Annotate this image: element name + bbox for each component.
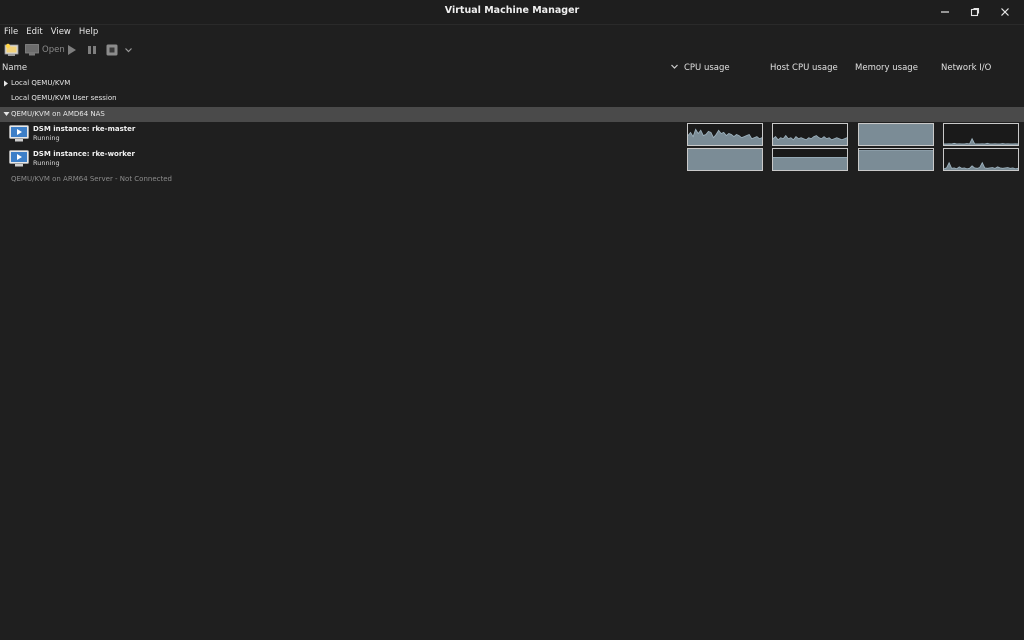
new-vm-icon: [4, 43, 19, 56]
connection-label: QEMU/KVM on AMD64 NAS: [11, 110, 105, 118]
connection-label: Local QEMU/KVM: [11, 79, 71, 87]
close-icon: [1001, 8, 1009, 16]
expander-down-icon[interactable]: [3, 111, 10, 117]
vm-running-icon: [9, 150, 29, 167]
column-cpu-usage[interactable]: CPU usage: [684, 63, 730, 73]
pause-button[interactable]: [87, 41, 97, 58]
column-name[interactable]: Name: [2, 63, 27, 73]
shutdown-menu-button[interactable]: [124, 41, 133, 58]
restore-icon: [970, 7, 980, 17]
usage-area: [688, 149, 762, 170]
shutdown-button[interactable]: [106, 41, 118, 58]
host-cpu-usage-sparkline: [773, 156, 847, 170]
menu-bar: File Edit View Help: [0, 25, 1024, 39]
cpu-usage-graph: [687, 123, 763, 146]
network-io-sparkline: [944, 161, 1018, 170]
sort-indicator[interactable]: [670, 62, 679, 74]
column-network-io[interactable]: Network I/O: [941, 63, 991, 73]
menu-file[interactable]: File: [0, 25, 22, 39]
menu-view[interactable]: View: [47, 25, 75, 39]
chevron-down-icon: [125, 47, 132, 52]
vm-status: Running: [33, 134, 60, 142]
open-label: Open: [42, 44, 65, 55]
usage-area: [944, 162, 1018, 170]
close-button[interactable]: [996, 4, 1014, 20]
vm-name: DSM instance: rke-master: [33, 125, 136, 133]
host-cpu-usage-graph: [772, 148, 848, 171]
connection-row[interactable]: Local QEMU/KVM User session: [0, 91, 1024, 106]
network-io-sparkline: [944, 137, 1018, 145]
run-button[interactable]: [67, 41, 77, 58]
pause-icon: [88, 45, 96, 54]
connection-label: Local QEMU/KVM User session: [11, 94, 117, 102]
memory-level: [859, 150, 933, 170]
vm-running-icon: [9, 125, 29, 142]
menu-help[interactable]: Help: [75, 25, 102, 39]
toolbar: Open: [0, 40, 1024, 59]
window-title: Virtual Machine Manager: [444, 5, 580, 16]
vm-status: Running: [33, 159, 60, 167]
column-header: Name CPU usage Host CPU usage Memory usa…: [0, 61, 1024, 75]
connection-row[interactable]: QEMU/KVM on ARM64 Server - Not Connected: [0, 172, 1024, 187]
cpu-usage-graph: [687, 148, 763, 171]
title-bar: Virtual Machine Manager: [0, 0, 1024, 25]
expander-right-icon[interactable]: [3, 80, 9, 87]
play-icon: [68, 44, 76, 55]
column-memory-usage[interactable]: Memory usage: [855, 63, 918, 73]
chevron-down-icon: [671, 64, 678, 69]
minimize-button[interactable]: [936, 4, 954, 20]
minimize-icon: [941, 11, 949, 13]
vm-row[interactable]: DSM instance: rke-worker Running: [0, 147, 1024, 172]
restore-button[interactable]: [966, 4, 984, 20]
network-io-graph: [943, 123, 1019, 146]
new-vm-button[interactable]: [4, 41, 20, 58]
menu-edit[interactable]: Edit: [22, 25, 46, 39]
vm-name: DSM instance: rke-worker: [33, 150, 135, 158]
vm-row[interactable]: DSM instance: rke-master Running: [0, 122, 1024, 147]
network-io-graph: [943, 148, 1019, 171]
memory-usage-sparkline: [859, 124, 933, 145]
cpu-usage-sparkline: [688, 128, 762, 145]
memory-usage-graph: [858, 123, 934, 146]
host-cpu-usage-sparkline: [773, 134, 847, 145]
host-cpu-usage-graph: [772, 123, 848, 146]
power-icon: [106, 44, 118, 55]
memory-usage-graph: [858, 148, 934, 171]
usage-line: [944, 137, 1018, 145]
connection-row-selected[interactable]: QEMU/KVM on AMD64 NAS: [0, 107, 1024, 122]
monitor-icon: [25, 43, 39, 55]
memory-usage-sparkline: [859, 150, 933, 170]
open-button[interactable]: Open: [25, 41, 65, 58]
connection-label: QEMU/KVM on ARM64 Server - Not Connected: [11, 175, 172, 183]
column-host-cpu-usage[interactable]: Host CPU usage: [770, 63, 838, 73]
connection-row[interactable]: Local QEMU/KVM: [0, 76, 1024, 91]
usage-area: [773, 157, 847, 170]
memory-level: [859, 124, 933, 145]
cpu-usage-sparkline: [688, 149, 762, 170]
